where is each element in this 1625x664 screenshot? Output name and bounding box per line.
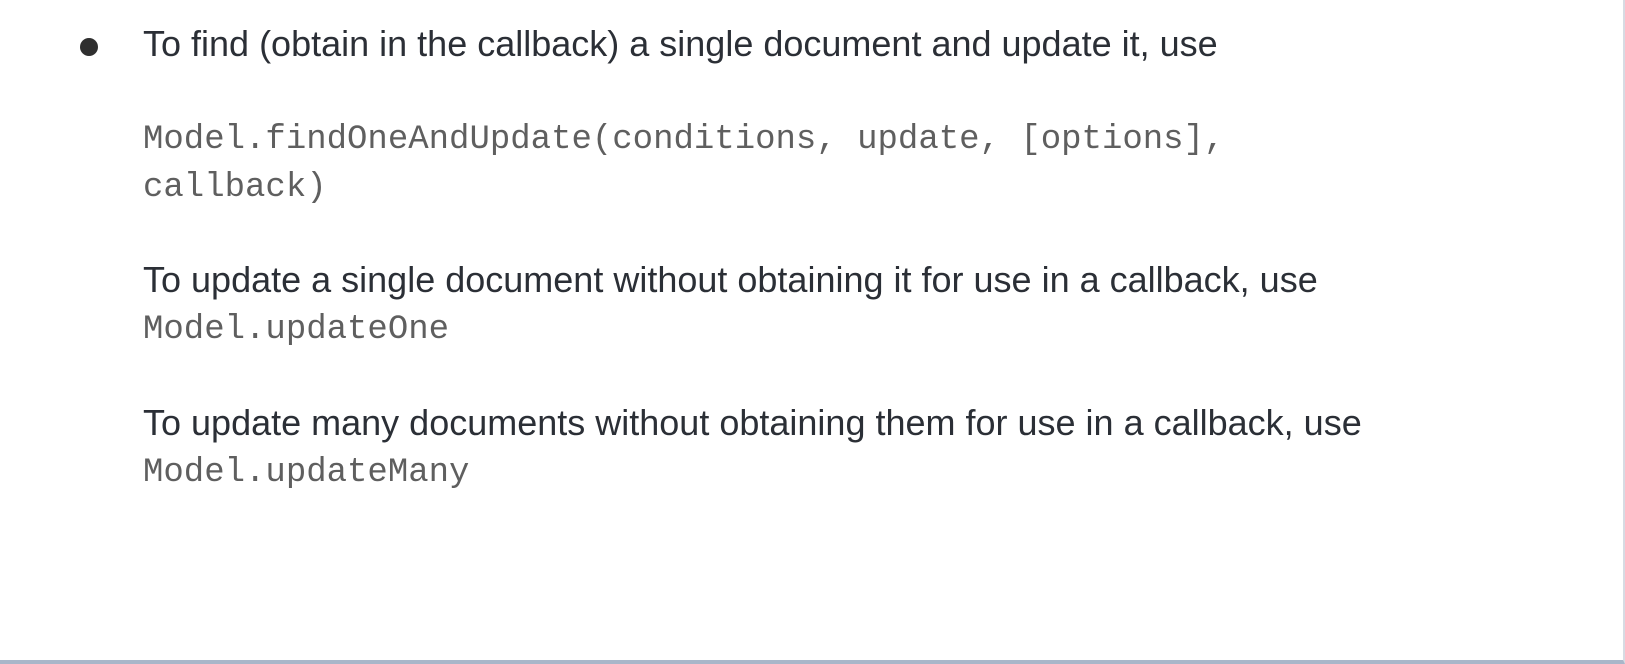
bullet-icon <box>80 38 98 56</box>
update-many-text: To update many documents without obtaini… <box>143 402 1362 443</box>
update-many-code: Model.updateMany <box>143 454 470 492</box>
update-one-text: To update a single document without obta… <box>143 259 1318 300</box>
update-one-code: Model.updateOne <box>143 311 450 349</box>
find-one-and-update-code-line2: callback) <box>143 169 327 207</box>
slide: To find (obtain in the callback) a singl… <box>0 0 1625 664</box>
find-one-and-update-code-line1: Model.findOneAndUpdate(conditions, updat… <box>143 121 1225 159</box>
find-one-and-update-text: To find (obtain in the callback) a singl… <box>143 23 1218 64</box>
